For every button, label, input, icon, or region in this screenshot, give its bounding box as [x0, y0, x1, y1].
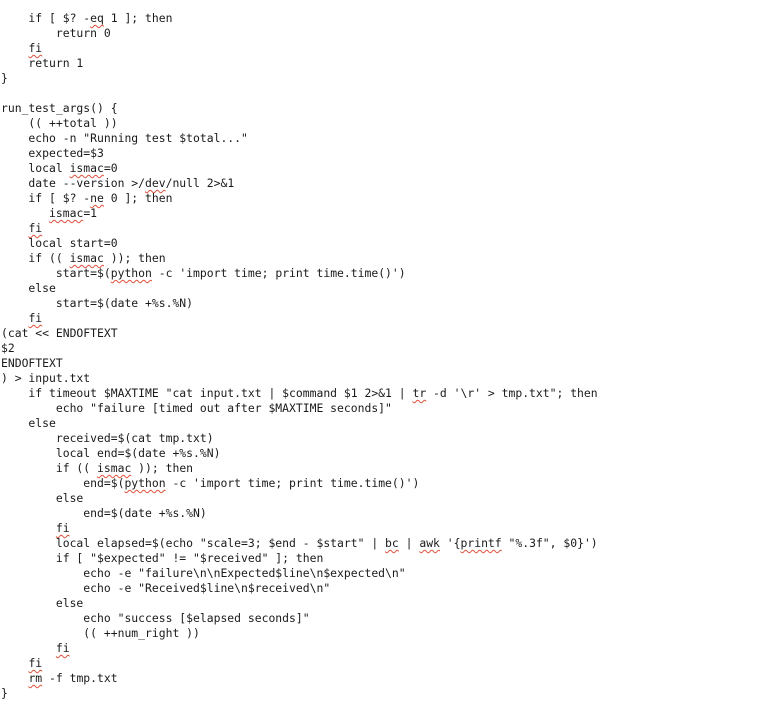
code-line: local end=$(date +%s.%N): [1, 446, 221, 460]
code-line: date --version >/dev/null 2>&1: [1, 176, 235, 190]
code-line: echo -e "Received$line\n$received\n": [1, 581, 331, 595]
code-line: run_test_args() {: [1, 101, 118, 115]
spellcheck-flagged-word[interactable]: fi: [28, 311, 42, 325]
code-document[interactable]: if [ $? -eq 1 ]; then return 0 fi return…: [1, 11, 598, 701]
code-line: (cat << ENDOFTEXT: [1, 326, 118, 340]
code-line: if timeout $MAXTIME "cat input.txt | $co…: [1, 386, 598, 400]
code-line: fi: [1, 656, 598, 671]
code-line: end=$(date +%s.%N): [1, 506, 207, 520]
code-line: start=$(date +%s.%N): [1, 296, 194, 310]
code-line: local ismac=0: [1, 161, 118, 175]
spellcheck-flagged-word[interactable]: ismac: [49, 206, 83, 220]
code-line: expected=$3: [1, 146, 104, 160]
code-line: if [ "$expected" != "$received" ]; then: [1, 551, 324, 565]
spellcheck-flagged-word[interactable]: awk: [419, 536, 440, 550]
code-line: else: [1, 281, 56, 295]
code-line: echo -n "Running test $total...": [1, 131, 248, 145]
code-line: echo -e "failure\n\nExpected$line\n$expe…: [1, 566, 406, 580]
spellcheck-flagged-word[interactable]: fi: [28, 656, 42, 670]
code-line: return 0: [1, 26, 111, 40]
code-line: if [ $? -ne 0 ]; then: [1, 191, 173, 205]
spellcheck-flagged-word[interactable]: python: [111, 266, 152, 280]
spellcheck-flagged-word[interactable]: fi: [56, 641, 70, 655]
code-line: local elapsed=$(echo "scale=3; $end - $s…: [1, 536, 598, 550]
spellcheck-flagged-word[interactable]: ismac: [70, 251, 104, 265]
code-line: received=$(cat tmp.txt): [1, 431, 214, 445]
code-line: echo "failure [timed out after $MAXTIME …: [1, 401, 392, 415]
code-line: fi: [1, 311, 598, 326]
spellcheck-flagged-word[interactable]: fi: [28, 41, 42, 55]
spellcheck-flagged-word[interactable]: python: [124, 476, 165, 490]
code-line: return 1: [1, 56, 84, 70]
code-line: fi: [1, 641, 598, 656]
spellcheck-flagged-word[interactable]: eq: [90, 11, 104, 25]
code-line: if (( ismac )); then: [1, 461, 194, 475]
code-line: else: [1, 491, 84, 505]
code-line: fi: [1, 41, 598, 56]
spellcheck-flagged-word[interactable]: printf: [461, 536, 502, 550]
spellcheck-flagged-word[interactable]: bc: [385, 536, 399, 550]
code-line: echo "success [$elapsed seconds]": [1, 611, 310, 625]
code-line: else: [1, 416, 56, 430]
code-line: fi: [1, 221, 598, 236]
code-line: else: [1, 596, 84, 610]
spellcheck-flagged-word[interactable]: ne: [90, 191, 104, 205]
code-line: local start=0: [1, 236, 118, 250]
code-line: $2: [1, 341, 15, 355]
code-line: ) > input.txt: [1, 371, 91, 385]
code-line: (( ++num_right )): [1, 626, 200, 640]
code-line: ENDOFTEXT: [1, 356, 63, 370]
spellcheck-flagged-word[interactable]: dev: [145, 176, 166, 190]
code-line: }: [1, 71, 8, 85]
code-line: if [ $? -eq 1 ]; then: [1, 11, 173, 25]
code-line: ismac=1: [49, 206, 98, 220]
code-line: fi: [1, 521, 598, 536]
spellcheck-flagged-word[interactable]: ismac: [70, 161, 104, 175]
spellcheck-flagged-word[interactable]: fi: [28, 221, 42, 235]
code-line: start=$(python -c 'import time; print ti…: [1, 266, 406, 280]
code-line: if (( ismac )); then: [1, 251, 166, 265]
code-line: end=$(python -c 'import time; print time…: [1, 476, 420, 490]
code-line: rm -f tmp.txt: [28, 671, 118, 685]
spellcheck-flagged-word[interactable]: tr: [412, 386, 426, 400]
spellcheck-flagged-word[interactable]: rm: [28, 671, 42, 685]
spellcheck-flagged-word[interactable]: fi: [56, 521, 70, 535]
code-line: }: [1, 686, 8, 700]
spellcheck-flagged-word[interactable]: ismac: [97, 461, 131, 475]
code-line: (( ++total )): [1, 116, 118, 130]
